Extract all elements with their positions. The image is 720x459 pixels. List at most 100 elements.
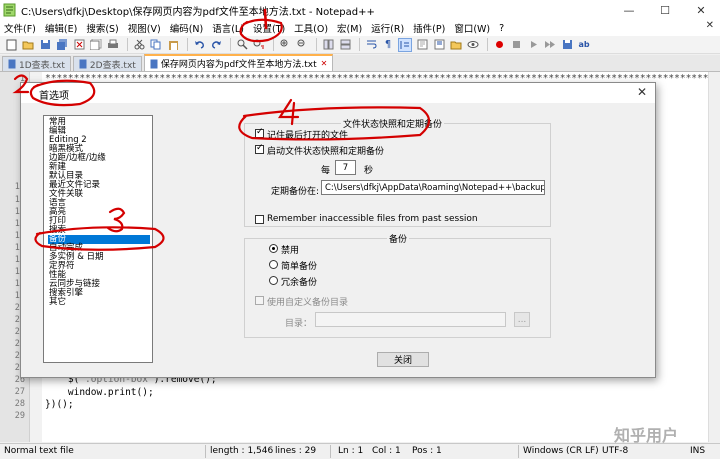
macro-save-icon[interactable] [560, 38, 574, 52]
backup-directory-input[interactable] [315, 312, 506, 327]
dialog-close-icon[interactable]: ✕ [637, 85, 647, 99]
browse-directory-button[interactable]: ... [514, 312, 530, 327]
maximize-button[interactable]: ☐ [648, 0, 682, 20]
backup-none-radio[interactable] [269, 244, 278, 253]
menu-window[interactable]: 窗口(W) [454, 21, 490, 35]
directory-label: 目录： [285, 319, 313, 329]
menu-edit[interactable]: 编辑(E) [45, 21, 77, 35]
sync-horizontal-icon[interactable] [338, 38, 352, 52]
macro-record-icon[interactable] [492, 38, 506, 52]
spellcheck-icon[interactable]: ab [577, 38, 591, 52]
folder-workspace-icon[interactable] [449, 38, 463, 52]
save-icon[interactable] [38, 38, 52, 52]
enable-snapshot-checkbox[interactable] [255, 143, 264, 154]
remember-session-checkbox[interactable] [255, 127, 264, 138]
toolbar-separator [487, 38, 488, 51]
save-all-icon[interactable] [55, 38, 69, 52]
zoom-in-icon[interactable] [278, 38, 292, 52]
word-wrap-icon[interactable] [364, 38, 378, 52]
category-list[interactable]: 常用 编辑 Editing 2 暗黑模式 边距/边框/边缘 新建 默认目录 最近… [43, 115, 153, 363]
close-document-icon[interactable]: ✕ [706, 20, 714, 31]
backup-interval-input[interactable]: 7 [335, 160, 356, 175]
tab-bar: 1D查表.txt 2D查表.txt 保存网页内容为pdf文件至本地方法.txt … [0, 54, 720, 72]
preferences-dialog: 首选项 ✕ 常用 编辑 Editing 2 暗黑模式 边距/边框/边缘 新建 默… [20, 82, 656, 378]
monitoring-icon[interactable] [466, 38, 480, 52]
undo-icon[interactable] [192, 38, 206, 52]
tab-save-webpage-pdf[interactable]: 保存网页内容为pdf文件至本地方法.txt ✕ [143, 54, 334, 71]
dialog-title-bar: 首选项 ✕ [21, 83, 655, 103]
sync-vertical-icon[interactable] [321, 38, 335, 52]
status-pos: Pos : 1 [412, 446, 442, 456]
macro-play-multiple-icon[interactable] [543, 38, 557, 52]
tab-label: 1D查表.txt [19, 60, 65, 71]
zoom-out-icon[interactable] [295, 38, 309, 52]
close-file-icon[interactable] [72, 38, 86, 52]
saved-file-icon [150, 59, 158, 68]
indent-guide-icon[interactable] [398, 37, 412, 52]
function-list-icon[interactable] [432, 38, 446, 52]
paste-icon[interactable] [166, 38, 180, 52]
saved-file-icon [8, 59, 16, 69]
category-misc[interactable]: 其它 [48, 298, 150, 307]
close-all-icon[interactable] [89, 38, 103, 52]
redo-icon[interactable] [209, 38, 223, 52]
dialog-title: 首选项 [39, 91, 69, 102]
menu-encoding[interactable]: 编码(N) [170, 21, 204, 35]
vertical-scrollbar[interactable] [708, 72, 720, 442]
tab-2d-lookup[interactable]: 2D查表.txt [72, 56, 142, 71]
print-icon[interactable] [106, 38, 120, 52]
every-label: 每 [321, 166, 331, 176]
tab-1d-lookup[interactable]: 1D查表.txt [2, 56, 71, 71]
menu-search[interactable]: 搜索(S) [86, 21, 118, 35]
minimize-button[interactable]: — [612, 0, 646, 20]
copy-icon[interactable] [149, 38, 163, 52]
enable-snapshot-label: 启动文件状态快照和定期备份 [267, 147, 385, 157]
toolbar-separator [359, 38, 360, 51]
status-col: Col : 1 [372, 446, 401, 456]
menu-run[interactable]: 运行(R) [371, 21, 404, 35]
title-bar: C:\Users\dfkj\Desktop\保存网页内容为pdf文件至本地方法.… [0, 0, 720, 20]
macro-play-icon[interactable] [526, 38, 540, 52]
macro-stop-icon[interactable] [509, 38, 523, 52]
menu-file[interactable]: 文件(F) [4, 21, 36, 35]
maximize-icon: ☐ [660, 3, 670, 17]
backup-simple-radio[interactable] [269, 260, 278, 269]
menu-tools[interactable]: 工具(O) [294, 21, 328, 35]
backup-verbose-radio[interactable] [269, 276, 278, 285]
remember-inaccessible-checkbox[interactable] [255, 215, 264, 224]
status-encoding[interactable]: UTF-8 [602, 446, 628, 456]
find-icon[interactable] [235, 38, 249, 52]
status-file-type: Normal text file [4, 446, 74, 456]
backup-path-input[interactable]: C:\Users\dfkj\AppData\Roaming\Notepad++\… [321, 180, 545, 195]
open-file-icon[interactable] [21, 38, 35, 52]
menu-macro[interactable]: 宏(M) [337, 21, 362, 35]
toolbar-separator [127, 38, 128, 51]
remember-inaccessible-label: Remember inaccessible files from past se… [267, 214, 478, 224]
toolbar-separator [187, 38, 188, 51]
line-number: 28 [14, 399, 25, 410]
backup-path-label: 定期备份在: [271, 187, 320, 197]
custom-backup-dir-checkbox[interactable] [255, 296, 264, 305]
new-file-icon[interactable] [4, 38, 18, 52]
status-insert-mode[interactable]: INS [690, 446, 705, 456]
menu-help[interactable]: ? [499, 23, 504, 34]
backup-none-label: 禁用 [281, 246, 300, 256]
cut-icon[interactable] [132, 38, 146, 52]
status-ln: Ln : 1 [338, 446, 364, 456]
toolbar-separator [230, 38, 231, 51]
status-separator [205, 445, 206, 458]
close-button[interactable]: ✕ [684, 0, 718, 20]
menu-plugins[interactable]: 插件(P) [413, 21, 445, 35]
replace-icon[interactable] [252, 38, 266, 52]
close-dialog-button[interactable]: 关闭 [377, 352, 429, 367]
status-bar: Normal text file length : 1,546 lines : … [0, 443, 720, 459]
backup-simple-label: 简单备份 [281, 262, 318, 272]
tab-close-icon[interactable]: ✕ [321, 59, 328, 68]
menu-settings[interactable]: 设置(T) [253, 21, 285, 35]
menu-view[interactable]: 视图(V) [128, 21, 161, 35]
status-eol[interactable]: Windows (CR LF) [523, 446, 599, 456]
tab-label: 保存网页内容为pdf文件至本地方法.txt [160, 60, 317, 70]
doc-map-icon[interactable] [415, 38, 429, 52]
show-all-chars-icon[interactable]: ¶ [381, 38, 395, 52]
menu-language[interactable]: 语言(L) [212, 21, 244, 35]
